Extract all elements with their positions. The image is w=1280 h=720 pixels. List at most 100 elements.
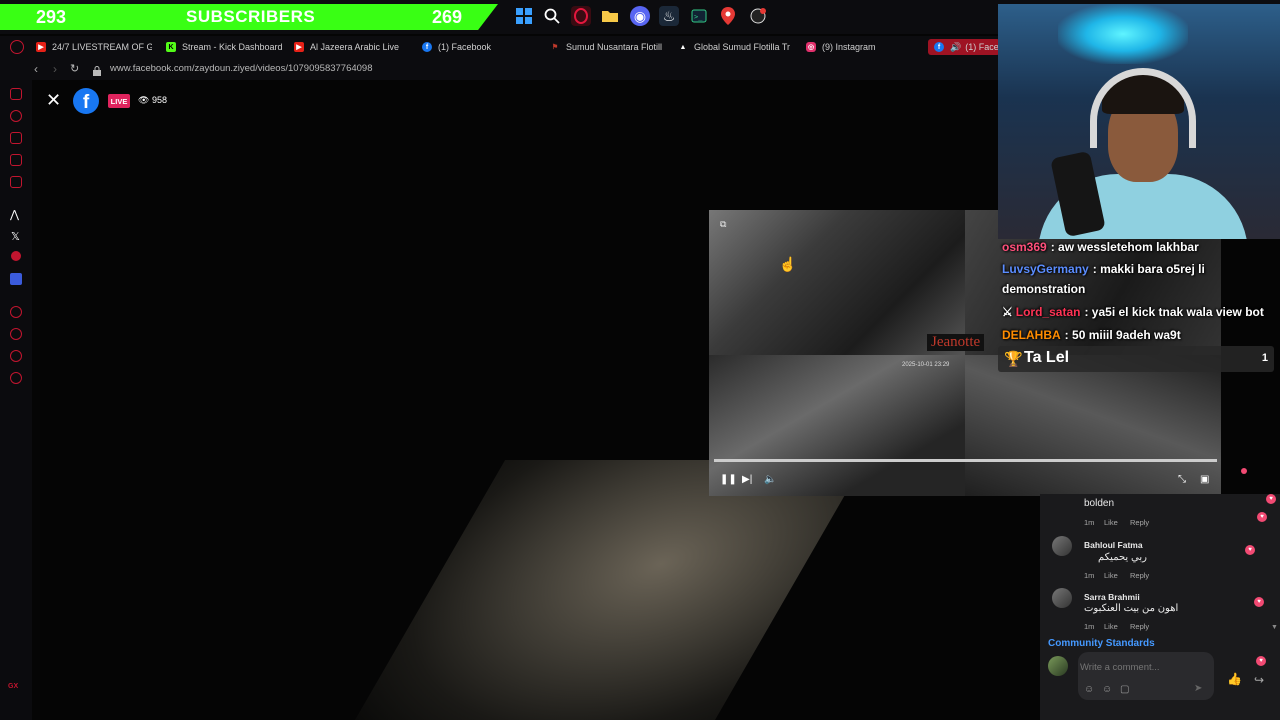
avatar-sticker-icon[interactable]: ☺ (1084, 684, 1094, 695)
steam-icon[interactable]: ♨ (659, 6, 679, 26)
like-link[interactable]: Like (1104, 622, 1118, 631)
opera-menu-icon[interactable] (10, 40, 24, 54)
sidebar-player-icon[interactable] (10, 306, 22, 318)
tab-label: (1) Faceb (965, 42, 1000, 52)
tab-global-sumud[interactable]: ▲ Global Sumud Flotilla Tra (678, 39, 790, 55)
url-field[interactable]: www.facebook.com/zaydoun.ziyed/videos/10… (110, 63, 373, 74)
avatar[interactable] (1052, 536, 1072, 556)
chat-message: ⚔ Lord_satan: ya5i el kick tnak wala view… (1002, 305, 1264, 319)
heart-icon: ♥ (1256, 656, 1266, 666)
sidebar-mail-icon[interactable] (10, 176, 22, 188)
sidebar-home-icon[interactable] (10, 88, 22, 100)
progress-bar[interactable] (714, 459, 1217, 462)
trophy-icon: 🏆 (1004, 351, 1023, 368)
tab-instagram[interactable]: ◎ (9) Instagram (806, 39, 916, 55)
address-bar: ‹ › ↻ www.facebook.com/zaydoun.ziyed/vid… (0, 58, 1000, 80)
like-link[interactable]: Like (1104, 571, 1118, 580)
like-link[interactable]: Like (1104, 518, 1118, 527)
avatar[interactable] (1052, 588, 1072, 608)
svg-text:>_: >_ (694, 13, 703, 21)
sidebar-music-icon[interactable] (11, 251, 21, 261)
chat-username: Lord_satan (1015, 305, 1081, 319)
back-icon[interactable]: ‹ (34, 62, 38, 76)
next-icon[interactable]: ▶| (742, 474, 752, 485)
exit-miniplayer-icon[interactable]: ⤡ (1178, 474, 1186, 485)
tab-label: Sumud Nusantara Flotilla (566, 42, 662, 52)
forward-icon[interactable]: › (53, 62, 57, 76)
discord-icon[interactable]: ◉ (630, 6, 650, 26)
sidebar-clock-icon[interactable] (10, 328, 22, 340)
browser-sidebar: ⋀ 𝕏 GX (0, 80, 32, 720)
comment-input[interactable] (1080, 660, 1210, 674)
scroll-down-icon[interactable]: ▼ (1271, 624, 1278, 631)
youtube-icon: ▶ (36, 42, 46, 52)
comment-time: 1m (1084, 571, 1095, 580)
sidebar-app-icon[interactable]: ⋀ (10, 208, 19, 221)
opera-gx-icon[interactable] (571, 6, 591, 26)
tab-livestream[interactable]: ▶ 24/7 LIVESTREAM OF GL (36, 39, 152, 55)
thumbs-up-icon[interactable]: 👍 (1227, 672, 1242, 686)
tab-label: Stream - Kick Dashboard (182, 42, 283, 52)
sidebar-extension-icon[interactable] (10, 132, 22, 144)
chat-message: demonstration (1002, 282, 1085, 296)
comments-panel: bolden 1m Like Reply Bahloul Fatma ربي ي… (1040, 494, 1280, 720)
chat-overlay: osm369: aw wessletehom lakhbar LuvsyGerm… (998, 238, 1280, 378)
comment-time: 1m (1084, 518, 1095, 527)
speaker-icon: 🔊 (950, 41, 962, 52)
sticker-icon[interactable]: ▢ (1120, 684, 1129, 695)
chat-message: LuvsyGermany: makki bara o5rej li (1002, 262, 1205, 276)
heart-icon: ♥ (1254, 597, 1264, 607)
reload-icon[interactable]: ↻ (70, 62, 79, 75)
community-standards-link[interactable]: Community Standards (1048, 638, 1155, 649)
chat-text: makki bara o5rej li (1100, 262, 1205, 276)
subscriber-banner: 293 SUBSCRIBERS 269 (0, 4, 498, 30)
gx-corner-icon[interactable]: GX (8, 683, 18, 690)
comment-text: ربي يحميكم (1098, 552, 1147, 563)
tab-label: Al Jazeera Arabic Live (310, 42, 400, 52)
camera-timestamp: 2025-10-01 23:29 (902, 362, 950, 368)
tab-facebook[interactable]: f (1) Facebook (422, 39, 532, 55)
sidebar-twitch-icon[interactable] (10, 154, 22, 166)
facebook-logo-icon[interactable]: f (73, 88, 99, 114)
maps-icon[interactable] (718, 6, 738, 26)
sidebar-cube-icon[interactable] (10, 350, 22, 362)
tab-kick-dashboard[interactable]: K Stream - Kick Dashboard (166, 39, 284, 55)
sidebar-settings-icon[interactable] (10, 372, 22, 384)
search-icon[interactable] (542, 6, 562, 26)
close-icon[interactable]: ✕ (46, 91, 62, 109)
pause-icon[interactable]: ❚❚ (720, 474, 737, 485)
send-icon[interactable]: ➤ (1194, 683, 1202, 694)
windows-icon[interactable] (514, 6, 534, 26)
subscriber-count-right: 269 (432, 6, 463, 27)
chat-username: osm369 (1002, 240, 1047, 254)
popout-icon[interactable]: ⧉ (720, 219, 726, 230)
obs-icon[interactable] (748, 6, 768, 26)
emoji-icon[interactable]: ☺ (1102, 684, 1112, 695)
tab-sumud-nusantara[interactable]: ⚑ Sumud Nusantara Flotilla (550, 39, 662, 55)
fullscreen-icon[interactable]: ▣ (1200, 474, 1209, 485)
chat-username: LuvsyGermany (1002, 262, 1089, 276)
terminal-icon[interactable]: >_ (689, 6, 709, 26)
volume-icon[interactable]: 🔈 (764, 474, 776, 485)
sidebar-history-icon[interactable] (10, 110, 22, 122)
sidebar-vpn-icon[interactable] (10, 273, 22, 285)
reply-link[interactable]: Reply (1130, 622, 1149, 631)
facebook-icon: f (934, 42, 944, 52)
tab-aljazeera[interactable]: ▶ Al Jazeera Arabic Live (294, 39, 406, 55)
comment-time: 1m (1084, 622, 1095, 631)
comment-author[interactable]: Bahloul Fatma (1084, 540, 1143, 550)
boat-deck (355, 460, 866, 720)
tab-facebook-active[interactable]: f 🔊 (1) Faceb (928, 39, 1000, 55)
folder-icon[interactable] (600, 6, 620, 26)
comment-author[interactable]: Sarra Brahmii (1084, 592, 1140, 602)
x-twitter-icon[interactable]: 𝕏 (11, 230, 20, 243)
tab-label: (1) Facebook (438, 42, 492, 52)
reply-link[interactable]: Reply (1130, 571, 1149, 580)
reply-link[interactable]: Reply (1130, 518, 1149, 527)
eye-icon: 👁 (138, 95, 150, 105)
top-supporter-bar: 🏆 Ta Lel 1 (998, 346, 1274, 372)
my-avatar[interactable] (1048, 656, 1068, 676)
top-supporter-name: Ta Lel (1024, 349, 1070, 366)
share-icon[interactable]: ↪ (1254, 673, 1264, 687)
chat-text: ya5i el kick tnak wala view bot (1091, 305, 1264, 319)
